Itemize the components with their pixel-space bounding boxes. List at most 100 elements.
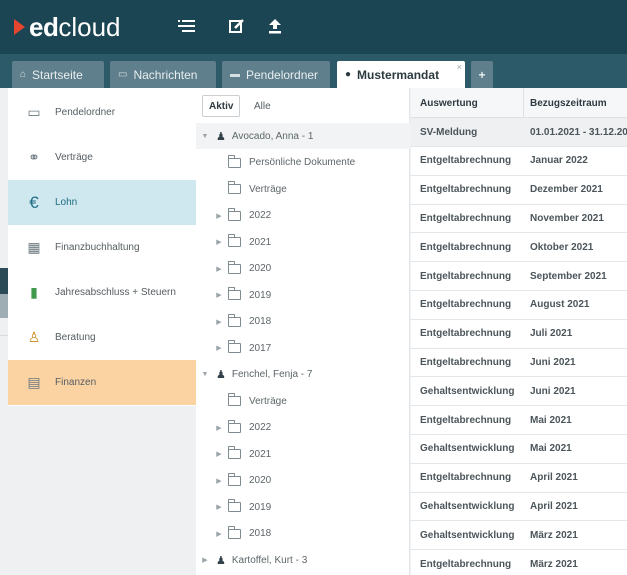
- folder-icon: [228, 499, 241, 512]
- caret-right-icon[interactable]: ▶: [214, 265, 224, 273]
- table-row[interactable]: Entgeltabrechnung Oktober 2021: [411, 233, 627, 263]
- caret-down-icon[interactable]: ▼: [200, 133, 210, 140]
- bar-chart-icon: ▮: [30, 284, 38, 300]
- sidebar-item-label: Jahresabschluss + Steuern: [55, 287, 176, 298]
- table-row[interactable]: Gehaltsentwicklung März 2021: [411, 521, 627, 551]
- tree-folder-node[interactable]: ▶ 2021: [196, 229, 410, 255]
- cell-auswertung: Entgeltabrechnung: [420, 328, 512, 340]
- tab-pendelordner[interactable]: ▬ Pendelordner: [222, 61, 330, 88]
- column-header-auswertung[interactable]: Auswertung: [420, 88, 523, 118]
- sidebar-item-jahresabschluss[interactable]: ▮ Jahresabschluss + Steuern: [8, 270, 196, 315]
- sidebar-item-beratung[interactable]: ♙ Beratung: [8, 315, 196, 360]
- tree-folder-node[interactable]: ▶ 2022: [196, 203, 410, 229]
- sidebar: ▭ Pendelordner ⚭ Verträge € Lohn ▦ Finanzbuc…: [8, 88, 196, 406]
- tree-node-label: Verträge: [249, 183, 287, 195]
- sidebar-item-finanzen[interactable]: ▤ Finanzen: [8, 360, 196, 405]
- cell-auswertung: Entgeltabrechnung: [420, 558, 512, 570]
- table-row[interactable]: Entgeltabrechnung März 2021: [411, 550, 627, 575]
- table-row[interactable]: Entgeltabrechnung April 2021: [411, 464, 627, 493]
- tab-label: Startseite: [32, 67, 83, 82]
- sidebar-item-label: Verträge: [55, 152, 93, 163]
- cell-bezugszeitraum: Januar 2022: [530, 155, 588, 167]
- menu-icon[interactable]: [178, 18, 196, 38]
- pin-icon: ●: [345, 69, 352, 80]
- cell-auswertung: Entgeltabrechnung: [420, 155, 512, 167]
- caret-right-icon[interactable]: ▶: [214, 503, 224, 511]
- table-row[interactable]: Gehaltsentwicklung April 2021: [411, 492, 627, 522]
- logo-cloud-text: cloud: [58, 11, 121, 42]
- tree-node-label: Fenchel, Fenja - 7: [231, 369, 313, 380]
- tree-folder-node[interactable]: ▶ 2021: [196, 441, 410, 467]
- caret-right-icon[interactable]: ▶: [214, 238, 224, 246]
- tree-folder-node[interactable]: ▶ 2020: [196, 468, 410, 494]
- edcloud-logo[interactable]: ed cloud: [14, 12, 121, 42]
- cell-bezugszeitraum: Juli 2021: [530, 328, 573, 340]
- edit-icon[interactable]: [229, 18, 245, 38]
- tab-nachrichten[interactable]: ▭ Nachrichten: [110, 61, 216, 88]
- tree-folder-node[interactable]: ▶ 2020: [196, 256, 410, 282]
- tab-mustermandat[interactable]: ● Mustermandat ×: [337, 61, 465, 88]
- tree-folder-node[interactable]: ▶ 2019: [196, 282, 410, 308]
- cell-bezugszeitraum: November 2021: [530, 212, 604, 224]
- caret-right-icon[interactable]: ▶: [214, 212, 224, 220]
- sidebar-item-lohn[interactable]: € Lohn: [8, 180, 196, 225]
- cell-auswertung: Gehaltsentwicklung: [420, 500, 515, 512]
- tab-close-icon[interactable]: ×: [457, 62, 462, 72]
- table-row[interactable]: Entgeltabrechnung Mai 2021: [411, 406, 627, 435]
- home-icon: ⌂: [20, 69, 27, 80]
- table-row[interactable]: Gehaltsentwicklung Mai 2021: [411, 435, 627, 464]
- top-header: ed cloud: [0, 0, 627, 54]
- binder-icon: ▭: [27, 104, 41, 120]
- tree-folder-node[interactable]: Verträge: [196, 388, 410, 414]
- cell-auswertung: Entgeltabrechnung: [420, 299, 512, 311]
- sidebar-item-vertraege[interactable]: ⚭ Verträge: [8, 135, 196, 180]
- table-row[interactable]: Entgeltabrechnung November 2021: [411, 204, 627, 234]
- cell-auswertung: Gehaltsentwicklung: [420, 443, 515, 455]
- caret-right-icon[interactable]: ▶: [214, 291, 224, 299]
- calculator-icon: ▦: [27, 239, 41, 255]
- caret-right-icon[interactable]: ▶: [214, 530, 224, 538]
- table-row[interactable]: Entgeltabrechnung Januar 2022: [411, 147, 627, 176]
- table-row[interactable]: Entgeltabrechnung Juli 2021: [411, 320, 627, 349]
- caret-down-icon[interactable]: ▼: [200, 371, 210, 378]
- folder-icon: [228, 181, 241, 194]
- tree-folder-node[interactable]: ▶ 2019: [196, 494, 410, 520]
- caret-right-icon[interactable]: ▶: [214, 477, 224, 485]
- tree-folder-node[interactable]: ▶ 2018: [196, 309, 410, 335]
- person-icon: ♙: [27, 329, 41, 345]
- caret-right-icon[interactable]: ▶: [214, 318, 224, 326]
- tree-folder-node[interactable]: ▶ 2018: [196, 521, 410, 547]
- tree-folder-node[interactable]: Verträge: [196, 176, 410, 202]
- table-row[interactable]: Entgeltabrechnung Juni 2021: [411, 348, 627, 378]
- tree-folder-node[interactable]: ▶ 2022: [196, 415, 410, 441]
- caret-right-icon[interactable]: ▶: [214, 424, 224, 432]
- tree-folder-node[interactable]: Persönliche Dokumente: [196, 150, 410, 176]
- column-header-bezugszeitraum[interactable]: Bezugszeitraum: [530, 88, 627, 118]
- add-tab-button[interactable]: +: [471, 61, 493, 88]
- tab-startseite[interactable]: ⌂ Startseite: [12, 61, 104, 88]
- cell-auswertung: Entgeltabrechnung: [420, 356, 512, 368]
- tree-person-node[interactable]: ▶ ♟ Kartoffel, Kurt - 3: [196, 547, 410, 573]
- sidebar-item-finanzbuchhaltung[interactable]: ▦ Finanzbuchhaltung: [8, 225, 196, 270]
- table-row[interactable]: Entgeltabrechnung Dezember 2021: [411, 176, 627, 205]
- tree-folder-node[interactable]: ▶ 2017: [196, 335, 410, 361]
- table-row[interactable]: Entgeltabrechnung August 2021: [411, 291, 627, 320]
- tree-person-node[interactable]: ▼ ♟ Fenchel, Fenja - 7: [196, 362, 410, 388]
- tree-node-label: 2020: [249, 475, 272, 486]
- sidebar-item-pendelordner[interactable]: ▭ Pendelordner: [8, 90, 196, 135]
- caret-right-icon[interactable]: ▶: [214, 450, 224, 458]
- logo-chevron-icon: [14, 19, 25, 35]
- folder-icon: [228, 260, 241, 274]
- caret-right-icon[interactable]: ▶: [214, 344, 224, 352]
- folder-icon: [228, 207, 241, 221]
- tree-node-label: 2018: [249, 528, 272, 539]
- filter-all-button[interactable]: Alle: [248, 95, 277, 117]
- caret-right-icon[interactable]: ▶: [200, 556, 210, 564]
- folder-icon: [228, 154, 241, 168]
- table-row[interactable]: SV-Meldung 01.01.2021 - 31.12.2021: [411, 118, 627, 147]
- table-row[interactable]: Gehaltsentwicklung Juni 2021: [411, 377, 627, 407]
- upload-icon[interactable]: [268, 18, 282, 38]
- tree-person-node[interactable]: ▼ ♟ Avocado, Anna - 1: [196, 123, 410, 149]
- filter-active-button[interactable]: Aktiv: [202, 95, 241, 117]
- table-row[interactable]: Entgeltabrechnung September 2021: [411, 262, 627, 291]
